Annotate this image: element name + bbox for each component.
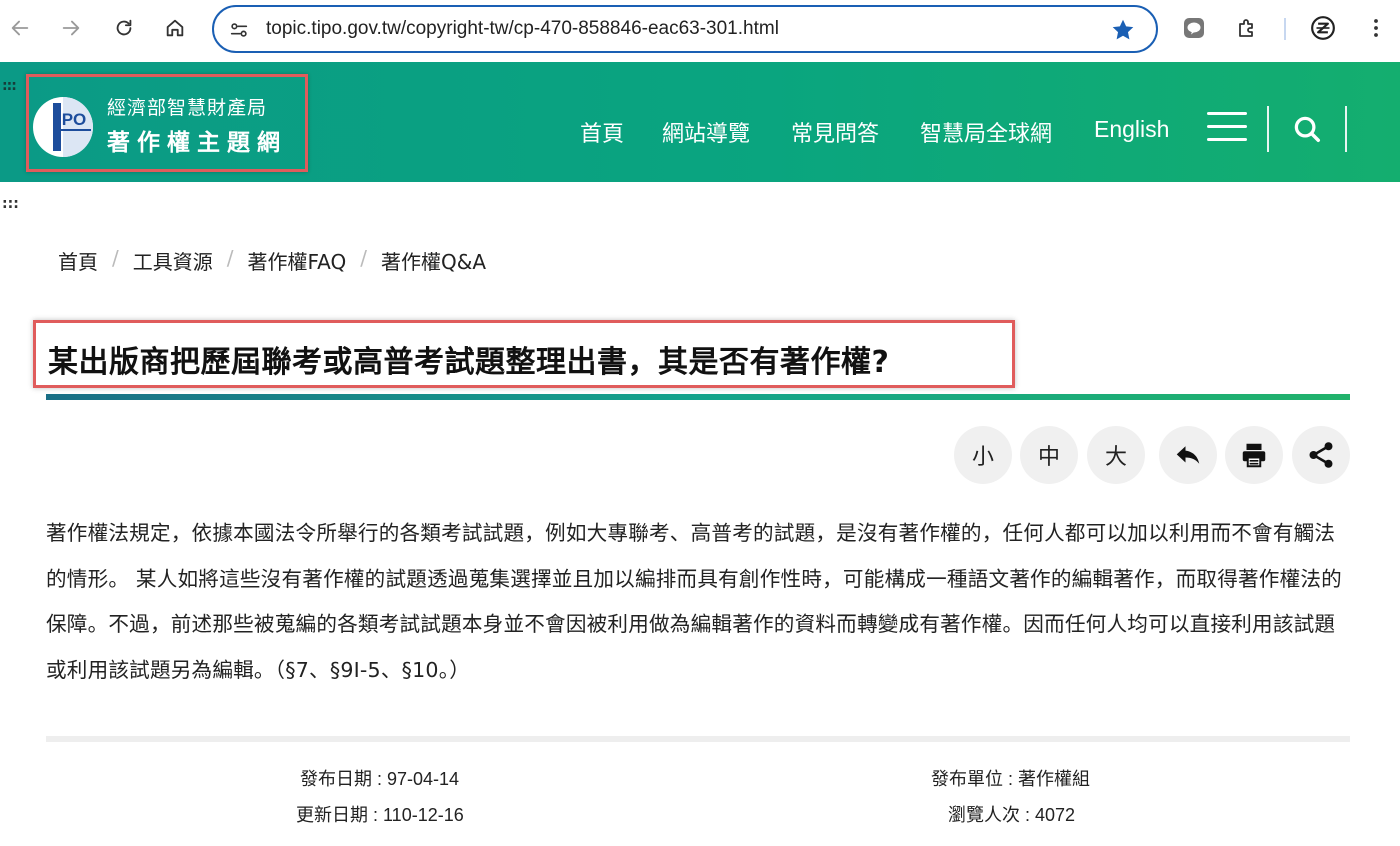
nav-sitemap[interactable]: 網站導覽	[662, 116, 750, 148]
header-divider	[1345, 106, 1347, 152]
search-icon[interactable]	[1292, 114, 1322, 144]
breadcrumb-separator: /	[226, 246, 234, 270]
back-arrow-icon[interactable]	[6, 14, 34, 42]
forward-arrow-icon[interactable]	[57, 14, 85, 42]
title-underline	[46, 394, 1350, 400]
publishing-unit: 發布單位 : 著作權組	[931, 769, 1091, 789]
profile-avatar-icon[interactable]	[1309, 14, 1337, 42]
breadcrumb: 首頁 / 工具資源 / 著作權FAQ / 著作權Q&A	[58, 246, 486, 275]
header-divider	[1267, 106, 1269, 152]
tipo-emblem-icon: IPO	[33, 97, 93, 157]
home-icon[interactable]	[161, 14, 189, 42]
breadcrumb-copyright-qa[interactable]: 著作權Q&A	[381, 246, 486, 275]
header-accesskey-marker[interactable]: :::	[2, 78, 17, 94]
url-text[interactable]: topic.tipo.gov.tw/copyright-tw/cp-470-85…	[266, 18, 779, 40]
breadcrumb-home[interactable]: 首頁	[58, 246, 98, 275]
address-bar[interactable]: topic.tipo.gov.tw/copyright-tw/cp-470-85…	[212, 5, 1158, 53]
breadcrumb-separator: /	[112, 246, 119, 270]
site-settings-icon[interactable]	[228, 19, 250, 41]
view-count: 瀏覽人次 : 4072	[948, 805, 1076, 825]
print-button[interactable]	[1225, 426, 1283, 484]
font-size-large-button[interactable]: 大	[1087, 426, 1145, 484]
nav-english[interactable]: English	[1094, 116, 1169, 143]
toolbar-divider	[1284, 18, 1286, 40]
update-date: 更新日期 : 110-12-16	[296, 805, 464, 825]
hamburger-menu-icon[interactable]	[1207, 112, 1249, 144]
line-extension-icon[interactable]	[1180, 14, 1208, 42]
article-body: 著作權法規定，依據本國法令所舉行的各類考試試題，例如大專聯考、高普考的試題，是沒…	[46, 521, 1342, 682]
share-button[interactable]	[1292, 426, 1350, 484]
browser-menu-icon[interactable]	[1362, 14, 1390, 42]
reload-icon[interactable]	[110, 14, 138, 42]
printer-icon	[1242, 443, 1266, 468]
logo-agency-name: 經濟部智慧財產局	[107, 97, 268, 119]
svg-text:IPO: IPO	[57, 110, 86, 129]
extensions-puzzle-icon[interactable]	[1233, 14, 1261, 42]
publish-date: 發布日期 : 97-04-14	[300, 769, 460, 789]
meta-divider	[46, 736, 1350, 742]
nav-faq[interactable]: 常見問答	[791, 116, 879, 148]
logo-site-name: 著作權主題網	[107, 130, 287, 156]
page-title: 某出版商把歷屆聯考或高普考試題整理出書，其是否有著作權?	[48, 345, 890, 380]
reply-arrow-icon	[1176, 446, 1200, 464]
back-button[interactable]	[1159, 426, 1217, 484]
content-accesskey-marker[interactable]: :::	[2, 196, 19, 212]
bookmark-star-icon[interactable]	[1110, 17, 1136, 43]
font-size-small-button[interactable]: 小	[954, 426, 1012, 484]
browser-toolbar: topic.tipo.gov.tw/copyright-tw/cp-470-85…	[0, 0, 1400, 62]
title-highlight: 某出版商把歷屆聯考或高普考試題整理出書，其是否有著作權?	[33, 320, 1015, 388]
site-logo[interactable]: IPO 經濟部智慧財產局 著作權主題網	[26, 74, 308, 172]
breadcrumb-separator: /	[360, 246, 367, 270]
site-header: ::: IPO 經濟部智慧財產局 著作權主題網 首頁 網站導覽 常見問答 智慧局…	[0, 62, 1400, 182]
breadcrumb-tools[interactable]: 工具資源	[133, 246, 213, 275]
font-size-medium-button[interactable]: 中	[1020, 426, 1078, 484]
share-icon	[1309, 442, 1333, 468]
nav-home[interactable]: 首頁	[580, 116, 624, 148]
breadcrumb-copyright-faq[interactable]: 著作權FAQ	[248, 246, 347, 275]
nav-global-site[interactable]: 智慧局全球網	[920, 116, 1052, 148]
